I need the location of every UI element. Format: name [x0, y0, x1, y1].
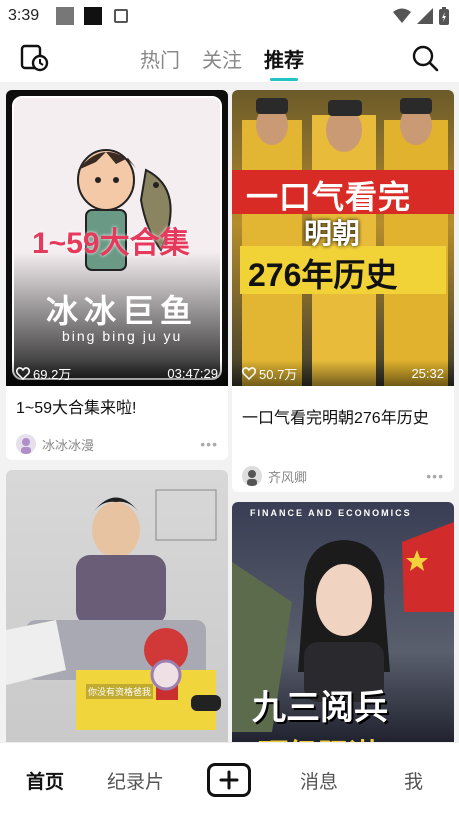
video-title[interactable]: 一口气看完明朝276年历史: [242, 404, 447, 434]
thumbnail-title-partial: 顶级阳谋: [258, 730, 378, 742]
video-thumbnail[interactable]: 一口气看完 明朝 276年历史 50.7万 25:32: [232, 90, 454, 386]
nav-messages[interactable]: 消息: [300, 767, 338, 794]
video-card[interactable]: 你没有资格爸我: [6, 470, 228, 742]
video-thumbnail[interactable]: 1~59大合集 冰冰巨鱼 bing bing ju yu 69.2万 03:47…: [6, 90, 228, 386]
author-avatar: [242, 466, 262, 486]
author-avatar: [16, 434, 36, 454]
thumbnail-line-3: 276年历史: [248, 257, 398, 293]
top-header: 热门 关注 推荐: [0, 32, 459, 82]
like-count: 69.2万: [16, 364, 71, 383]
video-card[interactable]: 1~59大合集 冰冰巨鱼 bing bing ju yu 69.2万 03:47…: [6, 90, 228, 460]
video-caption: 你没有资格爸我: [86, 684, 154, 699]
thumbnail-pinyin: bing bing ju yu: [62, 328, 183, 344]
notification-black-icon: [84, 7, 102, 25]
like-count: 50.7万: [242, 364, 297, 383]
plus-icon: [219, 770, 239, 790]
app-a-icon: [114, 9, 128, 23]
nav-me[interactable]: 我: [404, 767, 423, 794]
like-count-value: 50.7万: [259, 366, 298, 382]
more-options-icon[interactable]: •••: [200, 436, 218, 452]
notification-gray-icon: [56, 7, 74, 25]
tab-recommended[interactable]: 推荐: [264, 44, 304, 81]
video-duration: 03:47:29: [167, 365, 218, 381]
tab-hot[interactable]: 热门: [140, 44, 180, 73]
thumbnail-meta: 69.2万 03:47:29: [6, 360, 228, 386]
video-title[interactable]: 1~59大合集来啦!: [16, 394, 137, 424]
heart-icon: [16, 366, 30, 380]
bottom-navigation: 首页 纪录片 消息 我: [0, 742, 459, 816]
thumbnail-subtitle: 冰冰巨鱼: [46, 293, 199, 329]
thumbnail-title: 九三阅兵: [252, 689, 388, 727]
signal-icon: [417, 8, 433, 24]
thumbnail-title: 1~59大合集: [32, 227, 190, 260]
wifi-icon: [393, 8, 411, 23]
author-row[interactable]: 齐风卿: [242, 466, 307, 486]
nav-home[interactable]: 首页: [26, 767, 64, 794]
author-name: 冰冰冰漫: [42, 437, 95, 453]
person-photo: [6, 489, 221, 730]
thumbnail-meta: 50.7万 25:32: [232, 360, 454, 386]
video-card[interactable]: FINANCE AND ECONOMICS 九三阅兵 顶级阳谋: [232, 502, 454, 742]
heart-icon: [242, 366, 256, 380]
tab-following[interactable]: 关注: [202, 44, 242, 73]
search-icon[interactable]: [411, 44, 439, 72]
feed-tabs: 热门 关注 推荐: [140, 44, 304, 81]
video-thumbnail[interactable]: 你没有资格爸我: [6, 470, 228, 742]
more-options-icon[interactable]: •••: [426, 468, 444, 484]
battery-icon: [439, 7, 449, 25]
video-card[interactable]: 一口气看完 明朝 276年历史 50.7万 25:32 一口气看完明朝276年历…: [232, 90, 454, 492]
author-name: 齐风卿: [268, 469, 308, 485]
author-row[interactable]: 冰冰冰漫: [16, 434, 94, 454]
thumbnail-line-2: 明朝: [304, 218, 361, 249]
like-count-value: 69.2万: [33, 366, 72, 382]
create-button[interactable]: [207, 763, 251, 797]
video-feed: 1~59大合集 冰冰巨鱼 bing bing ju yu 69.2万 03:47…: [0, 82, 459, 742]
video-duration: 25:32: [411, 365, 444, 381]
status-time: 3:39: [8, 7, 40, 24]
history-icon[interactable]: [20, 44, 50, 72]
video-thumbnail[interactable]: FINANCE AND ECONOMICS 九三阅兵 顶级阳谋: [232, 502, 454, 742]
status-bar: 3:39: [0, 0, 459, 32]
nav-documentary[interactable]: 纪录片: [107, 767, 164, 794]
